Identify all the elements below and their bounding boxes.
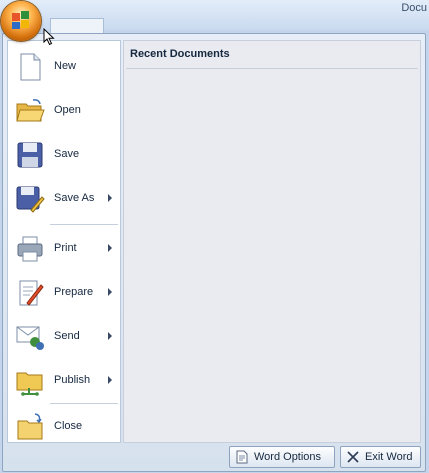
recent-documents-divider	[126, 68, 418, 69]
menu-item-close[interactable]: Close	[8, 405, 120, 449]
prepare-icon	[19, 280, 44, 306]
word-options-label: Word Options	[254, 451, 322, 463]
submenu-arrow-icon	[108, 376, 112, 384]
menu-item-prepare[interactable]: Prepare	[8, 271, 120, 315]
menu-item-label: New	[54, 60, 77, 72]
office-menu: New Open Save Save As Print Prepare Send…	[2, 33, 426, 472]
title-bar: Docu	[0, 0, 429, 33]
office-logo-icon	[12, 11, 29, 29]
submenu-arrow-icon	[108, 332, 112, 340]
office-button[interactable]	[1, 1, 41, 41]
recent-documents-panel: Recent Documents	[123, 40, 421, 443]
exit-word-label: Exit Word	[365, 451, 413, 463]
submenu-arrow-icon	[108, 244, 112, 252]
submenu-arrow-icon	[108, 288, 112, 296]
menu-item-label: Print	[54, 242, 77, 254]
menu-item-publish[interactable]: Publish	[8, 359, 120, 403]
new-document-icon	[20, 53, 41, 81]
publish-icon	[16, 372, 43, 396]
menu-item-save-as[interactable]: Save As	[8, 177, 120, 221]
menu-item-label: Open	[54, 104, 81, 116]
menu-item-label: Publish	[54, 374, 91, 386]
menu-item-print[interactable]: Print	[8, 227, 120, 271]
close-folder-icon	[17, 413, 43, 440]
printer-icon	[17, 236, 43, 262]
quick-access-tab	[50, 18, 104, 33]
window-title: Docu	[401, 2, 427, 14]
exit-word-button[interactable]: Exit Word	[340, 446, 421, 468]
menu-item-label: Close	[54, 420, 83, 432]
save-as-icon	[16, 186, 45, 213]
menu-item-label: Send	[54, 330, 80, 342]
menu-item-send[interactable]: Send	[8, 315, 120, 359]
options-document-icon	[236, 450, 248, 464]
close-x-icon	[347, 451, 359, 463]
menu-item-open[interactable]: Open	[8, 89, 120, 133]
menu-item-new[interactable]: New	[8, 45, 120, 89]
menu-item-save[interactable]: Save	[8, 133, 120, 177]
command-list: New Open Save Save As Print Prepare Send…	[7, 40, 121, 443]
submenu-arrow-icon	[108, 194, 112, 202]
menu-divider	[50, 403, 118, 404]
mouse-cursor-icon	[43, 28, 55, 46]
word-options-button[interactable]: Word Options	[229, 446, 335, 468]
floppy-disk-icon	[17, 142, 43, 168]
menu-item-label: Save As	[54, 192, 95, 204]
open-folder-icon	[16, 99, 45, 122]
recent-documents-title: Recent Documents	[130, 48, 230, 60]
menu-item-label: Prepare	[54, 286, 94, 298]
menu-item-label: Save	[54, 148, 80, 160]
menu-divider	[50, 224, 118, 225]
send-icon	[16, 326, 44, 350]
